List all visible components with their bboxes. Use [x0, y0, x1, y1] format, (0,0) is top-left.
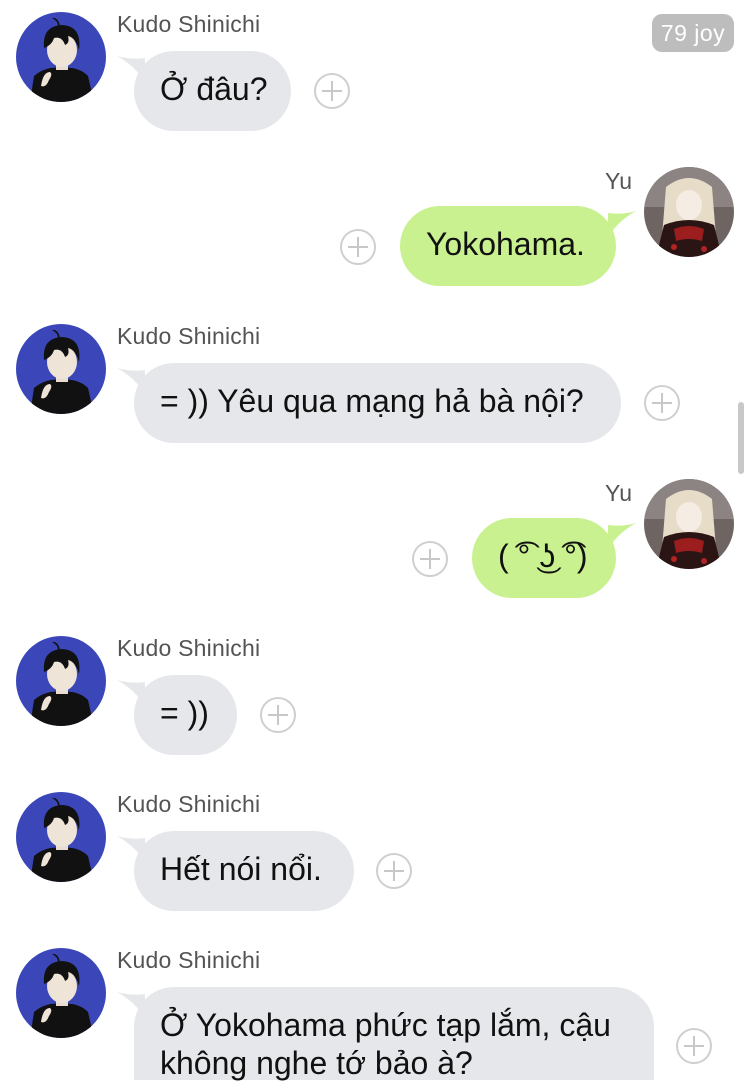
- avatar-yu-image: [644, 479, 734, 569]
- chat-thread[interactable]: 79 joy Kudo Shinichi Ở đâu? Yu Yokohama.…: [0, 0, 750, 1081]
- add-reaction-icon[interactable]: [314, 73, 350, 109]
- add-reaction-icon[interactable]: [644, 385, 680, 421]
- sender-name: Kudo Shinichi: [117, 947, 261, 973]
- avatar-kudo[interactable]: [16, 12, 106, 102]
- scrollbar[interactable]: [738, 402, 744, 474]
- add-reaction-icon[interactable]: [412, 541, 448, 577]
- message-bubble[interactable]: Yokohama.: [400, 206, 616, 286]
- message-bubble[interactable]: ( ͡° ͜ʖ ͡°): [472, 518, 616, 598]
- sender-name: Kudo Shinichi: [117, 791, 261, 817]
- avatar-kudo-image: [16, 324, 106, 414]
- message-bubble[interactable]: Ở Yokohama phức tạp lắm, cậu không nghe …: [134, 987, 654, 1081]
- timestamp-badge: 79 joy: [652, 14, 734, 52]
- message-line: không nghe tớ bảo à?: [160, 1045, 473, 1081]
- sender-name: Kudo Shinichi: [117, 323, 261, 349]
- message-line: Ở Yokohama phức tạp lắm, cậu: [160, 1007, 611, 1043]
- sender-name: Kudo Shinichi: [117, 11, 261, 37]
- add-reaction-icon[interactable]: [260, 697, 296, 733]
- message-bubble[interactable]: = )) Yêu qua mạng hả bà nội?: [134, 363, 621, 443]
- sender-name: Yu: [605, 168, 633, 194]
- add-reaction-icon[interactable]: [676, 1028, 712, 1064]
- message-bubble[interactable]: Hết nói nổi.: [134, 831, 354, 911]
- message-bubble[interactable]: = )): [134, 675, 237, 755]
- add-reaction-icon[interactable]: [340, 229, 376, 265]
- sender-name: Kudo Shinichi: [117, 635, 261, 661]
- avatar-kudo-image: [16, 792, 106, 882]
- avatar-yu-image: [644, 167, 734, 257]
- avatar-kudo[interactable]: [16, 948, 106, 1038]
- avatar-kudo-image: [16, 12, 106, 102]
- avatar-kudo-image: [16, 636, 106, 726]
- sender-name: Yu: [605, 480, 633, 506]
- message-bubble[interactable]: Ở đâu?: [134, 51, 291, 131]
- avatar-yu[interactable]: [644, 479, 734, 569]
- avatar-kudo[interactable]: [16, 324, 106, 414]
- avatar-yu[interactable]: [644, 167, 734, 257]
- add-reaction-icon[interactable]: [376, 853, 412, 889]
- avatar-kudo[interactable]: [16, 792, 106, 882]
- avatar-kudo[interactable]: [16, 636, 106, 726]
- avatar-kudo-image: [16, 948, 106, 1038]
